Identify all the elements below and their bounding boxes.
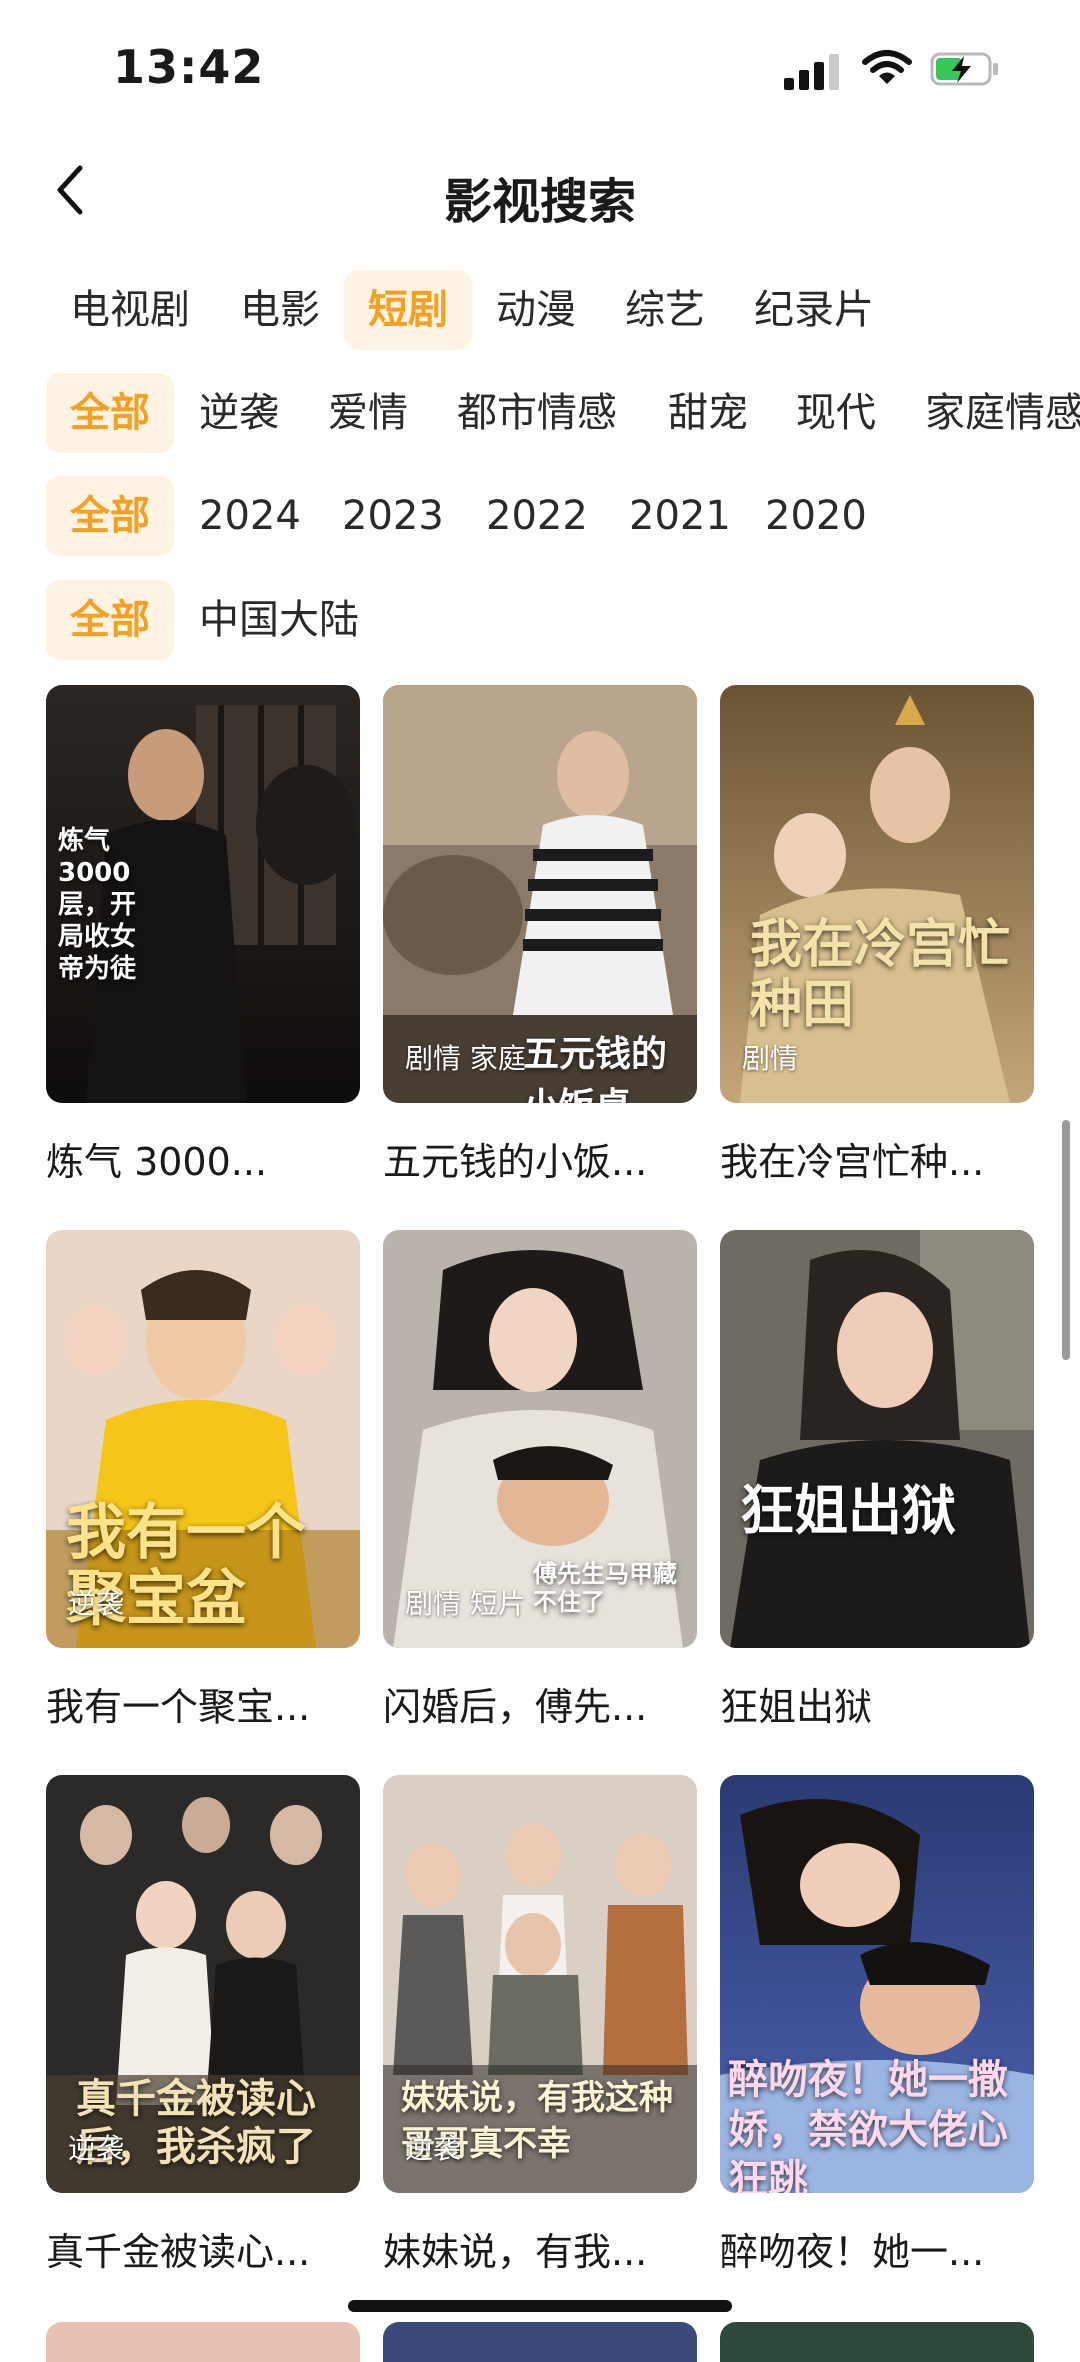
drama-card[interactable]: 妹妹说，有我这种哥哥真不幸 逆袭 妹妹说，有我... [383,1775,697,2276]
poster-title-text: 我在冷宫忙种田 [750,915,1011,1035]
drama-card[interactable]: 炼气3000层，开局收女帝为徒 炼气 3000... [46,685,360,1186]
poster-image: 我在冷宫忙种田 剧情 [720,685,1034,1103]
drama-card[interactable]: 真千金被读心后，我杀疯了 逆袭 真千金被读心... [46,1775,360,2276]
drama-card[interactable]: 我在冷宫忙种田 剧情 我在冷宫忙种... [720,685,1034,1186]
filter-genre-comeback[interactable]: 逆袭 [199,373,279,453]
filter-year-all[interactable]: 全部 [46,476,174,556]
filter-region-mainland[interactable]: 中国大陆 [199,580,359,660]
tab-documentary[interactable]: 纪录片 [754,270,874,350]
drama-card[interactable]: 醉吻夜！她一撒娇，禁欲大佬心狂跳 醉吻夜！她一... [720,1775,1034,2276]
header: 影视搜索 [0,140,1080,240]
drama-card[interactable]: 傅先生马甲藏不住了 剧情 短片 闪婚后，傅先... [383,1230,697,1731]
drama-card[interactable]: 我有一个聚宝盆 逆袭 我有一个聚宝... [46,1230,360,1731]
genre-tag: 逆袭 [405,2132,462,2165]
genre-filter-row: 全部 逆袭 爱情 都市情感 甜宠 现代 家庭情感 [0,373,1080,453]
next-row-poster[interactable] [46,2322,360,2362]
poster-image: 狂姐出狱 [720,1230,1034,1648]
drama-title: 醉吻夜！她一... [720,2230,985,2274]
filter-region-all[interactable]: 全部 [46,580,174,660]
filter-genre-urban[interactable]: 都市情感 [457,373,617,453]
drama-title: 五元钱的小饭... [383,1140,648,1184]
drama-title: 我有一个聚宝... [46,1685,311,1729]
drama-card[interactable]: 五元钱的小饭桌 剧情 家庭 五元钱的小饭... [383,685,697,1186]
page-title: 影视搜索 [443,174,636,230]
poster-image: 妹妹说，有我这种哥哥真不幸 逆袭 [383,1775,697,2193]
poster-image: 五元钱的小饭桌 剧情 家庭 [383,685,697,1103]
filter-year-2020[interactable]: 2020 [765,476,867,556]
genre-tag: 剧情 [742,1042,799,1075]
tab-tv-series[interactable]: 电视剧 [70,270,190,350]
tab-short-drama[interactable]: 短剧 [344,270,472,350]
poster-title-text: 五元钱的小饭桌 [523,1034,668,1103]
drama-title: 我在冷宫忙种... [720,1140,985,1184]
genre-tag: 逆袭 [68,2132,125,2165]
category-tabs: 电视剧 电影 短剧 动漫 综艺 纪录片 [0,270,1080,350]
poster-image: 我有一个聚宝盆 逆袭 [46,1230,360,1648]
poster-title-text: 狂姐出狱 [740,1479,956,1542]
home-indicator [348,2300,732,2312]
year-filter-row: 全部 2024 2023 2022 2021 2020 [0,476,1080,556]
poster-title-text: 炼气3000层，开局收女帝为徒 [58,826,137,984]
tab-variety[interactable]: 综艺 [625,270,705,350]
tab-movie[interactable]: 电影 [240,270,320,350]
next-row-poster[interactable] [720,2322,1034,2362]
drama-title: 妹妹说，有我... [383,2230,648,2274]
poster-title-text: 醉吻夜！她一撒娇，禁欲大佬心狂跳 [728,2057,1008,2193]
region-filter-row: 全部 中国大陆 [0,580,1080,660]
poster-image: 炼气3000层，开局收女帝为徒 [46,685,360,1103]
filter-year-2021[interactable]: 2021 [629,476,731,556]
drama-card[interactable]: 狂姐出狱 狂姐出狱 [720,1230,1034,1731]
wifi-icon [862,48,912,88]
filter-genre-all[interactable]: 全部 [46,373,174,453]
filter-year-2022[interactable]: 2022 [486,476,588,556]
poster-image: 醉吻夜！她一撒娇，禁欲大佬心狂跳 [720,1775,1034,2193]
genre-tag: 逆袭 [68,1587,125,1620]
cellular-signal-icon [784,50,844,90]
drama-title: 真千金被读心... [46,2230,311,2274]
poster-image: 傅先生马甲藏不住了 剧情 短片 [383,1230,697,1648]
drama-title: 闪婚后，傅先... [383,1685,648,1729]
battery-charging-icon [930,52,1000,86]
filter-year-2024[interactable]: 2024 [199,476,301,556]
status-bar: 13:42 [0,0,1080,130]
filter-genre-romance[interactable]: 爱情 [328,373,408,453]
filter-genre-sweet[interactable]: 甜宠 [668,373,748,453]
scrollbar[interactable] [1062,1120,1070,1360]
genre-tag: 剧情 短片 [405,1587,526,1620]
tab-anime[interactable]: 动漫 [496,270,576,350]
drama-title: 狂姐出狱 [720,1685,873,1729]
poster-title-text: 傅先生马甲藏不住了 [533,1560,677,1616]
filter-year-2023[interactable]: 2023 [342,476,444,556]
next-row-poster[interactable] [383,2322,697,2362]
status-time: 13:42 [113,40,265,94]
filter-genre-modern[interactable]: 现代 [796,373,876,453]
drama-title: 炼气 3000... [46,1140,268,1184]
poster-image: 真千金被读心后，我杀疯了 逆袭 [46,1775,360,2193]
genre-tag: 剧情 家庭 [405,1042,526,1075]
filter-genre-family[interactable]: 家庭情感 [925,373,1080,453]
